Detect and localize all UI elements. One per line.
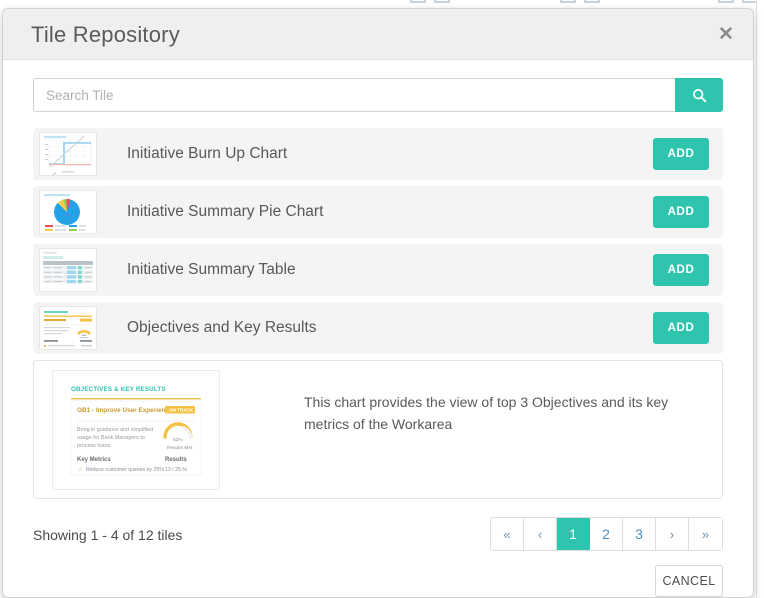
tile-name: Initiative Burn Up Chart <box>127 145 288 162</box>
search-icon <box>692 88 707 103</box>
svg-text:Reduce customer queries by 25%: Reduce customer queries by 25% <box>86 467 164 473</box>
pagination: « ‹ 1 2 3 › » <box>490 517 723 551</box>
svg-text:☆: ☆ <box>78 467 83 473</box>
tile-list-item[interactable]: Initiative Summary Pie Chart ADD <box>33 186 723 238</box>
okr-preview-image: OBJECTIVES & KEY RESULTS OB1 - Improve U… <box>52 370 220 490</box>
dialog-body: Initiative Burn Up Chart ADD <box>3 60 753 597</box>
pie-chart-thumbnail <box>39 190 97 234</box>
svg-text:process loans.: process loans. <box>77 443 112 449</box>
burn-up-chart-thumbnail <box>39 132 97 176</box>
tile-name: Initiative Summary Table <box>127 261 296 278</box>
add-tile-button[interactable]: ADD <box>653 138 709 170</box>
search-button[interactable] <box>675 78 723 112</box>
tile-name: Objectives and Key Results <box>127 319 317 336</box>
close-icon[interactable]: ✕ <box>713 21 739 47</box>
background-widget-outlines <box>400 0 760 8</box>
search-input[interactable] <box>33 78 675 112</box>
dialog-title: Tile Repository <box>31 22 180 47</box>
pagination-last[interactable]: » <box>689 518 722 550</box>
tile-list-item[interactable]: Objectives and Key Results ADD <box>33 302 723 354</box>
dialog-header: Tile Repository ✕ <box>3 9 753 60</box>
tile-list: Initiative Burn Up Chart ADD Initiative … <box>33 128 723 354</box>
add-tile-button[interactable]: ADD <box>653 196 709 228</box>
svg-text:Bring in guidance and simplifi: Bring in guidance and simplified <box>77 427 153 433</box>
search-bar <box>33 78 723 112</box>
svg-text:Results: Results <box>165 457 187 463</box>
pagination-page-3[interactable]: 3 <box>623 518 656 550</box>
pagination-next[interactable]: › <box>656 518 689 550</box>
svg-text:usage for Bank Managers to: usage for Bank Managers to <box>77 435 145 441</box>
svg-text:Key Metrics: Key Metrics <box>77 457 111 463</box>
tile-list-item[interactable]: Initiative Summary Table ADD <box>33 244 723 296</box>
svg-text:ON TRACK: ON TRACK <box>169 408 194 413</box>
tile-name: Initiative Summary Pie Chart <box>127 203 324 220</box>
page-scrollbar-thumb[interactable] <box>758 0 764 598</box>
svg-text:Results Met: Results Met <box>167 445 193 451</box>
svg-text:13 / 25 %: 13 / 25 % <box>165 467 187 473</box>
tile-preview-description: This chart provides the view of top 3 Ob… <box>304 394 669 433</box>
svg-text:OB1 - Improve User Experience: OB1 - Improve User Experience <box>77 407 173 414</box>
dialog-footer: Showing 1 - 4 of 12 tiles « ‹ 1 2 3 › » <box>33 517 723 557</box>
table-thumbnail <box>39 248 97 292</box>
pagination-first[interactable]: « <box>491 518 524 550</box>
cancel-button[interactable]: CANCEL <box>655 565 723 597</box>
pagination-page-1[interactable]: 1 <box>557 518 590 550</box>
tile-preview-panel: OBJECTIVES & KEY RESULTS OB1 - Improve U… <box>33 360 723 499</box>
tile-list-item[interactable]: Initiative Burn Up Chart ADD <box>33 128 723 180</box>
okr-thumbnail <box>39 306 97 350</box>
add-tile-button[interactable]: ADD <box>653 312 709 344</box>
pagination-page-2[interactable]: 2 <box>590 518 623 550</box>
svg-text:52%: 52% <box>173 437 183 443</box>
dialog-actions: CANCEL <box>33 565 723 597</box>
tile-repository-dialog: Tile Repository ✕ Search Tile Initiative… <box>2 8 754 598</box>
showing-count-label: Showing 1 - 4 of 12 tiles <box>33 527 183 543</box>
page-scrollbar[interactable] <box>756 0 764 598</box>
svg-text:OBJECTIVES & KEY RESULTS: OBJECTIVES & KEY RESULTS <box>71 386 166 393</box>
pagination-previous[interactable]: ‹ <box>524 518 557 550</box>
add-tile-button[interactable]: ADD <box>653 254 709 286</box>
